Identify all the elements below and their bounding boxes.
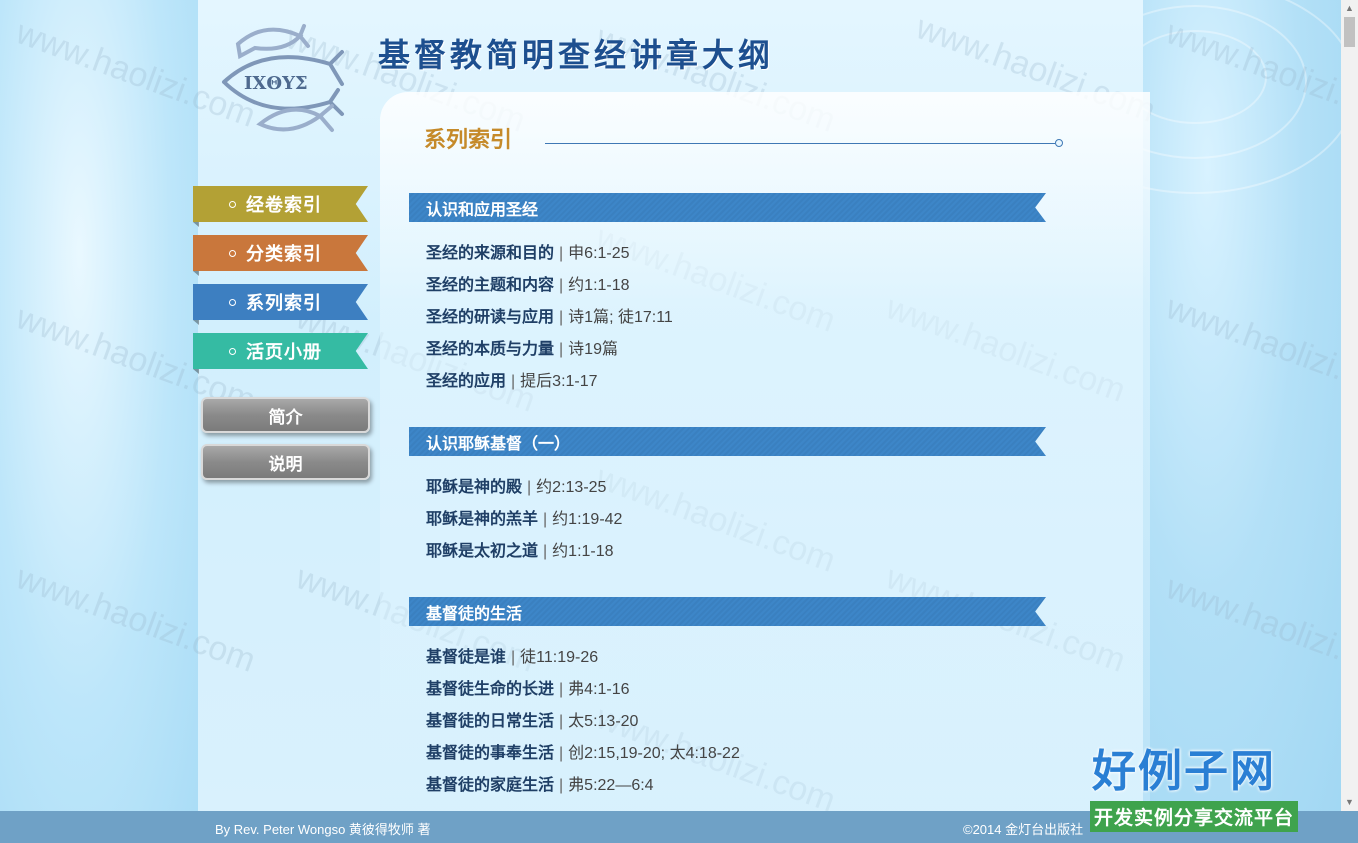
ribbon-fold	[193, 369, 199, 374]
entry-title-link[interactable]: 耶稣是神的殿	[426, 479, 522, 496]
instructions-button[interactable]: 说明	[201, 444, 370, 480]
entry-title-link[interactable]: 耶稣是神的羔羊	[426, 511, 538, 528]
entry-title-link[interactable]: 圣经的主题和内容	[426, 277, 554, 294]
separator: |	[559, 341, 564, 358]
list-item[interactable]: 基督徒的日常生活 | 太5:13-20	[426, 707, 638, 731]
entry-title-link[interactable]: 基督徒生命的长进	[426, 681, 554, 698]
bullet-icon	[229, 200, 236, 208]
scripture-ref: 提后3:1-17	[520, 373, 598, 390]
category-header: 基督徒的生活	[409, 597, 1046, 626]
nav-item-series-index[interactable]: 系列索引	[193, 284, 368, 325]
section-heading: 系列索引	[424, 127, 513, 152]
separator: |	[511, 649, 516, 666]
scrollbar-thumb[interactable]	[1344, 17, 1355, 47]
logo-text: ΙΧΘΥΣ	[244, 73, 308, 94]
scripture-ref: 创2:15,19-20; 太4:18-22	[568, 745, 740, 762]
separator: |	[559, 777, 564, 794]
list-item[interactable]: 圣经的来源和目的 | 申6:1-25	[426, 239, 630, 263]
scripture-ref: 徒11:19-26	[520, 649, 599, 666]
heading-divider-dot	[1055, 139, 1063, 147]
entry-title-link[interactable]: 圣经的来源和目的	[426, 245, 554, 262]
background-left	[0, 0, 198, 843]
scroll-down-arrow-icon[interactable]: ▼	[1341, 794, 1358, 811]
separator: |	[559, 713, 564, 730]
category-title: 认识和应用圣经	[426, 201, 539, 219]
nav-item-category-index[interactable]: 分类索引	[193, 235, 368, 276]
separator: |	[559, 745, 564, 762]
list-item[interactable]: 耶稣是神的羔羊 | 约1:19-42	[426, 505, 622, 529]
brand-watermark: 好例子网 开发实例分享交流平台	[1090, 743, 1310, 835]
category-header: 认识耶稣基督（一）	[409, 427, 1046, 456]
scripture-ref: 诗19篇	[568, 341, 618, 358]
nav-item-label: 分类索引	[246, 244, 322, 264]
nav-item-booklets[interactable]: 活页小册	[193, 333, 368, 374]
scripture-ref: 太5:13-20	[568, 713, 639, 730]
scripture-ref: 弗5:22—6:4	[568, 777, 654, 794]
list-item[interactable]: 基督徒的家庭生活 | 弗5:22—6:4	[426, 771, 654, 795]
entry-title-link[interactable]: 基督徒的事奉生活	[426, 745, 554, 762]
separator: |	[559, 277, 564, 294]
category-title: 基督徒的生活	[426, 605, 523, 623]
ribbon-fold	[193, 222, 199, 227]
nav-item-label: 活页小册	[246, 342, 322, 362]
separator: |	[559, 309, 564, 326]
bullet-icon	[229, 347, 236, 355]
separator: |	[559, 681, 564, 698]
list-item[interactable]: 耶稣是太初之道 | 约1:1-18	[426, 537, 614, 561]
ribbon-fold	[193, 271, 199, 276]
separator: |	[527, 479, 532, 496]
list-item[interactable]: 基督徒生命的长进 | 弗4:1-16	[426, 675, 630, 699]
separator: |	[559, 245, 564, 262]
fish-icon: ΙΧΘΥΣ	[222, 24, 344, 132]
ichthys-logo[interactable]: ΙΧΘΥΣ	[220, 22, 345, 152]
footer-author: By Rev. Peter Wongso 黄彼得牧师 著	[215, 822, 431, 837]
site-title: 基督教简明查经讲章大纲	[378, 36, 775, 74]
category-header: 认识和应用圣经	[409, 193, 1046, 222]
list-item[interactable]: 圣经的主题和内容 | 约1:1-18	[426, 271, 630, 295]
ribbon-fold	[193, 320, 199, 325]
entry-title-link[interactable]: 耶稣是太初之道	[426, 543, 538, 560]
category-title: 认识耶稣基督（一）	[426, 435, 571, 453]
heading-divider	[545, 143, 1055, 144]
list-item[interactable]: 圣经的本质与力量 | 诗19篇	[426, 335, 618, 359]
nav-item-book-index[interactable]: 经卷索引	[193, 186, 368, 227]
entry-title-link[interactable]: 基督徒是谁	[426, 649, 506, 666]
list-item[interactable]: 圣经的研读与应用 | 诗1篇; 徒17:11	[426, 303, 673, 327]
scripture-ref: 申6:1-25	[568, 245, 630, 262]
brand-subtitle: 开发实例分享交流平台	[1090, 801, 1299, 832]
scripture-ref: 弗4:1-16	[568, 681, 630, 698]
separator: |	[511, 373, 516, 390]
scripture-ref: 约1:1-18	[552, 543, 614, 560]
entry-title-link[interactable]: 圣经的本质与力量	[426, 341, 554, 358]
list-item[interactable]: 基督徒是谁 | 徒11:19-26	[426, 643, 598, 667]
intro-button[interactable]: 简介	[201, 397, 370, 433]
entry-title-link[interactable]: 基督徒的家庭生活	[426, 777, 554, 794]
scroll-up-arrow-icon[interactable]: ▲	[1341, 0, 1358, 17]
brand-title: 好例子网	[1092, 746, 1276, 797]
entry-title-link[interactable]: 基督徒的日常生活	[426, 713, 554, 730]
bullet-icon	[229, 298, 236, 306]
scripture-ref: 诗1篇; 徒17:11	[568, 309, 673, 326]
nav-item-label: 系列索引	[246, 293, 322, 313]
list-item[interactable]: 圣经的应用 | 提后3:1-17	[426, 367, 598, 391]
separator: |	[543, 511, 548, 528]
background-right	[1033, 0, 1358, 843]
vertical-scrollbar[interactable]: ▲ ▼	[1341, 0, 1358, 811]
nav-item-label: 经卷索引	[246, 195, 322, 215]
bullet-icon	[229, 249, 236, 257]
separator: |	[543, 543, 548, 560]
footer-copyright: ©2014 金灯台出版社	[963, 822, 1084, 837]
scripture-ref: 约1:1-18	[568, 277, 630, 294]
scripture-ref: 约1:19-42	[552, 511, 623, 528]
list-item[interactable]: 基督徒的事奉生活 | 创2:15,19-20; 太4:18-22	[426, 739, 740, 763]
list-item[interactable]: 耶稣是神的殿 | 约2:13-25	[426, 473, 606, 497]
entry-title-link[interactable]: 圣经的研读与应用	[426, 309, 554, 326]
entry-title-link[interactable]: 圣经的应用	[426, 373, 506, 390]
scripture-ref: 约2:13-25	[536, 479, 607, 496]
